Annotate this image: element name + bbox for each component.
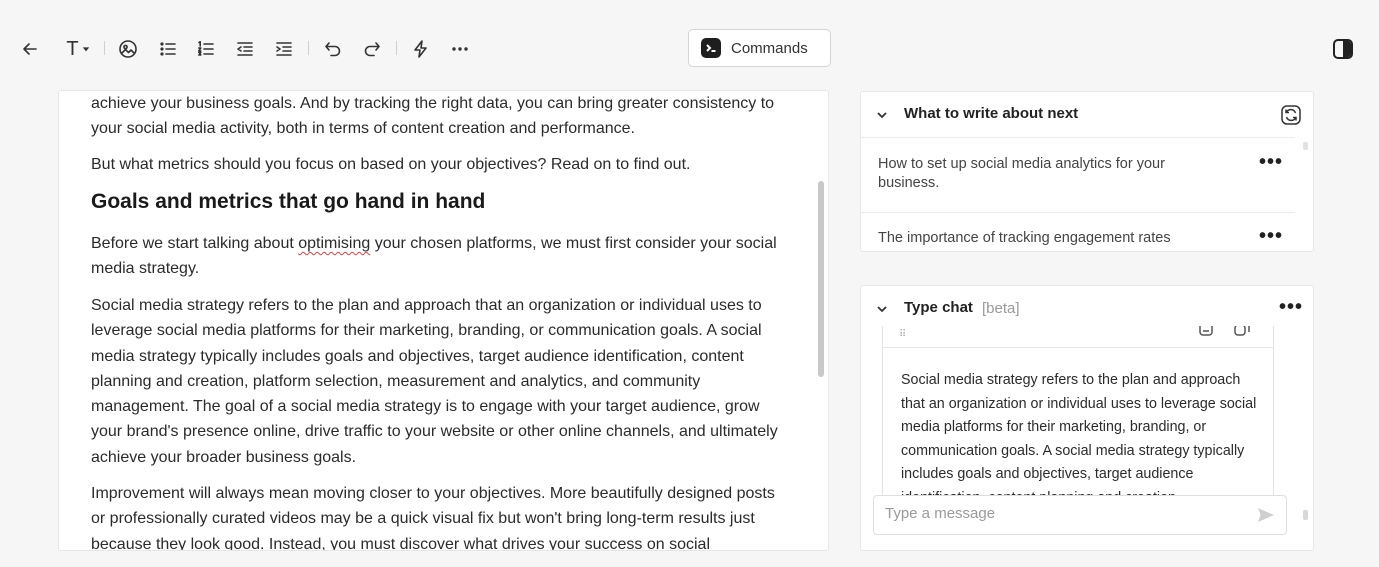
panel-scrollbar[interactable] xyxy=(1303,142,1308,150)
section-heading[interactable]: Goals and metrics that go hand in hand xyxy=(91,189,485,214)
paragraph[interactable]: Before we start talking about optimising… xyxy=(91,231,791,282)
redo-icon[interactable] xyxy=(359,36,385,62)
suggestion-item[interactable]: The importance of tracking engagement ra… xyxy=(861,212,1295,251)
back-arrow-icon[interactable] xyxy=(17,36,43,62)
image-icon[interactable] xyxy=(115,36,141,62)
lightning-icon[interactable] xyxy=(408,36,434,62)
toolbar-divider xyxy=(396,41,397,55)
paragraph[interactable]: Improvement will always mean moving clos… xyxy=(91,481,791,550)
indent-icon[interactable] xyxy=(271,36,297,62)
editor-scrollbar[interactable] xyxy=(818,181,824,377)
refresh-icon[interactable] xyxy=(1280,104,1302,126)
paragraph[interactable]: But what metrics should you focus on bas… xyxy=(91,152,690,177)
suggestion-text: How to set up social media analytics for… xyxy=(878,156,1165,191)
bullet-list-icon[interactable] xyxy=(155,36,181,62)
text-style-glyph: T xyxy=(66,37,79,60)
message-box xyxy=(873,495,1287,535)
suggestion-menu-icon[interactable]: ••• xyxy=(1259,226,1283,246)
undo-icon[interactable] xyxy=(320,36,346,62)
text-style-icon[interactable]: T xyxy=(60,36,96,62)
outdent-icon[interactable] xyxy=(232,36,258,62)
card-header: ⠿ xyxy=(883,326,1273,348)
toggle-panel-icon[interactable] xyxy=(1330,36,1356,62)
more-icon[interactable] xyxy=(447,36,473,62)
toolbar-divider xyxy=(104,41,105,55)
terminal-icon xyxy=(701,38,721,58)
toolbar-divider xyxy=(308,41,309,55)
paragraph[interactable]: achieve your business goals. And by trac… xyxy=(91,91,791,142)
document-editor[interactable]: achieve your business goals. And by trac… xyxy=(58,90,829,551)
chat-menu-icon[interactable]: ••• xyxy=(1279,297,1303,317)
paragraph[interactable]: Social media strategy refers to the plan… xyxy=(91,293,791,470)
message-input[interactable] xyxy=(885,505,1235,522)
panel-title: What to write about next xyxy=(904,105,1079,122)
suggestion-item[interactable]: How to set up social media analytics for… xyxy=(861,137,1295,212)
type-chat-panel: Type chat [beta] ••• ⠿ Social media stra… xyxy=(860,285,1314,551)
insert-icon[interactable] xyxy=(1197,326,1215,338)
copy-icon[interactable] xyxy=(1233,326,1251,338)
commands-label: Commands xyxy=(731,39,808,57)
chat-message-card: ⠿ Social media strategy refers to the pl… xyxy=(882,326,1274,496)
send-icon[interactable] xyxy=(1256,505,1278,527)
text-span: Before we start talking about xyxy=(91,235,299,252)
suggestion-text: The importance of tracking engagement ra… xyxy=(878,230,1171,246)
chat-message-text: Social media strategy refers to the plan… xyxy=(901,372,1257,495)
beta-badge: [beta] xyxy=(982,300,1020,317)
suggestion-menu-icon[interactable]: ••• xyxy=(1259,152,1283,172)
commands-button[interactable]: Commands xyxy=(688,29,831,67)
collapse-chevron-icon[interactable] xyxy=(875,302,889,316)
chat-scrollbar[interactable] xyxy=(1303,510,1308,520)
what-to-write-panel: What to write about next How to set up s… xyxy=(860,91,1314,252)
panel-title: Type chat xyxy=(904,299,973,316)
numbered-list-icon[interactable] xyxy=(193,36,219,62)
collapse-chevron-icon[interactable] xyxy=(875,108,889,122)
drag-handle-icon[interactable]: ⠿ xyxy=(899,329,906,340)
misspelled-word[interactable]: optimising xyxy=(298,235,370,252)
